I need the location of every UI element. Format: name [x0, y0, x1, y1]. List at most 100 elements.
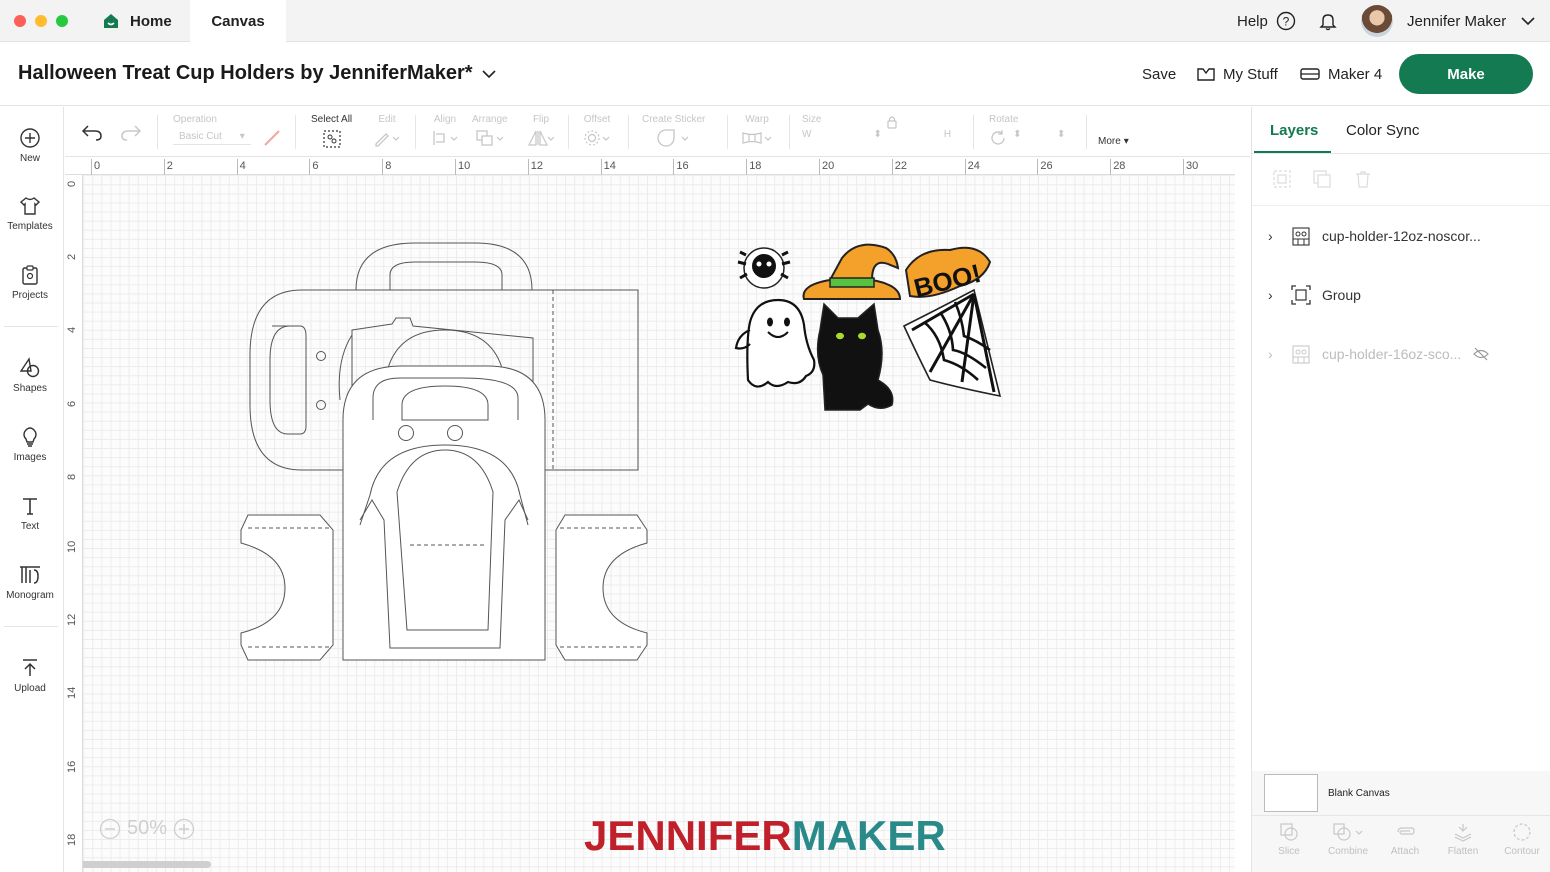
tab-color-sync[interactable]: Color Sync [1346, 107, 1419, 153]
undo-icon[interactable] [81, 123, 103, 141]
eye-hidden-icon[interactable] [1473, 347, 1490, 361]
paperclip-icon [1397, 827, 1415, 835]
rotate-stepper[interactable]: ⬍ [1057, 129, 1065, 147]
redo-icon[interactable] [120, 123, 142, 141]
sidebar-item-label: Upload [14, 683, 46, 694]
my-stuff-button[interactable]: My Stuff [1197, 42, 1278, 106]
warp-label: Warp [745, 114, 769, 125]
maximize-window-button[interactable] [56, 15, 68, 27]
contour-button[interactable]: Contour [1497, 822, 1547, 857]
save-button[interactable]: Save [1142, 42, 1176, 106]
blank-canvas-row[interactable]: Blank Canvas [1252, 771, 1550, 815]
caret-down-icon: ▾ [1123, 135, 1129, 147]
zoom-out-icon[interactable] [99, 818, 121, 840]
cup-holder-16oz-shape[interactable] [240, 365, 648, 661]
slice-button[interactable]: Slice [1264, 822, 1314, 857]
zoom-control[interactable]: 50% [99, 817, 195, 840]
height-input[interactable]: H [944, 129, 951, 140]
bell-icon [1319, 14, 1337, 31]
left-sidebar: New Templates Projects Shapes Images Tex… [0, 107, 64, 872]
ruler-tick-label: 2 [163, 159, 173, 175]
sidebar-item-projects[interactable]: Projects [0, 264, 60, 301]
sidebar-item-images[interactable]: Images [0, 426, 60, 463]
select-all-icon [322, 130, 341, 148]
layers-panel: Layers Color Sync › cup-holder-12oz-nosc… [1251, 107, 1550, 872]
chevron-right-icon[interactable]: › [1268, 228, 1290, 244]
layer-name: cup-holder-12oz-noscor... [1322, 228, 1481, 244]
duplicate-icon[interactable] [1312, 169, 1332, 189]
select-all-button[interactable]: Select All [311, 107, 352, 157]
make-button[interactable]: Make [1399, 54, 1533, 94]
sidebar-item-text[interactable]: Text [0, 495, 60, 532]
trash-icon[interactable] [1353, 169, 1373, 189]
attach-button[interactable]: Attach [1380, 822, 1430, 857]
group-layer-icon [1291, 285, 1311, 305]
more-label: More [1098, 135, 1121, 147]
canvas-artwork: BOO! [240, 242, 1002, 661]
flip-button[interactable]: Flip [527, 107, 555, 157]
project-title-dropdown[interactable]: Halloween Treat Cup Holders by JenniferM… [18, 62, 497, 85]
ruler-tick-label: 10 [455, 159, 470, 175]
top-ruler: 0 2 4 6 8 10 12 14 16 18 20 22 24 26 28 30 [65, 157, 1235, 175]
ruler-tick-label: 0 [91, 159, 100, 175]
horizontal-scrollbar[interactable] [69, 861, 211, 868]
width-stepper[interactable]: ⬍ [873, 129, 881, 140]
sidebar-item-label: Templates [7, 221, 53, 232]
operation-selector[interactable]: Operation Basic Cut ▾ [173, 107, 251, 157]
warp-button[interactable]: Warp [741, 107, 773, 157]
ruler-tick-label: 8 [66, 473, 78, 480]
edit-button[interactable]: Edit [373, 107, 401, 157]
sidebar-item-templates[interactable]: Templates [0, 195, 60, 232]
offset-button[interactable]: Offset [583, 107, 611, 157]
chevron-right-icon[interactable]: › [1268, 287, 1290, 303]
layer-name: cup-holder-16oz-sco... [1322, 346, 1462, 362]
user-menu[interactable]: Jennifer Maker [1361, 0, 1536, 42]
tab-home[interactable]: Home [90, 0, 190, 42]
create-sticker-button[interactable]: Create Sticker [642, 107, 705, 157]
black-cat-sticker [816, 302, 894, 411]
rotate-control[interactable]: Rotate ⬍ [989, 107, 1065, 157]
arrange-label: Arrange [472, 114, 508, 125]
group-icon[interactable] [1272, 169, 1292, 189]
combine-button[interactable]: Combine [1323, 822, 1373, 857]
flatten-button[interactable]: Flatten [1438, 822, 1488, 857]
sidebar-item-upload[interactable]: Upload [0, 657, 60, 694]
edit-toolbar: Operation Basic Cut ▾ Select All Edit Al… [65, 107, 1250, 157]
layer-row-hidden[interactable]: › cup-holder-16oz-sco... [1252, 334, 1550, 374]
sidebar-item-label: Projects [11, 290, 49, 301]
contour-icon [1513, 823, 1531, 841]
lock-icon[interactable] [886, 115, 898, 129]
operation-dropdown[interactable]: Basic Cut ▾ [173, 129, 251, 145]
width-input[interactable]: W [802, 129, 811, 140]
pen-color-icon[interactable] [263, 129, 281, 147]
layer-row[interactable]: › cup-holder-12oz-noscor... [1252, 216, 1550, 256]
offset-icon [584, 130, 610, 146]
boo-sticker: BOO! [904, 246, 992, 303]
align-button[interactable]: Align [431, 107, 459, 157]
my-stuff-label: My Stuff [1223, 65, 1278, 83]
sidebar-item-shapes[interactable]: Shapes [0, 357, 60, 394]
lightbulb-icon [23, 427, 37, 447]
chevron-right-icon[interactable]: › [1268, 346, 1290, 362]
close-window-button[interactable] [14, 15, 26, 27]
zoom-in-icon[interactable] [173, 818, 195, 840]
halloween-stickers-group[interactable]: BOO! [734, 243, 1002, 411]
sidebar-item-monogram[interactable]: Monogram [0, 564, 60, 601]
tab-layers[interactable]: Layers [1270, 107, 1318, 153]
text-icon [23, 498, 37, 515]
minimize-window-button[interactable] [35, 15, 47, 27]
sidebar-item-new[interactable]: New [0, 127, 60, 164]
combine-label: Combine [1327, 846, 1369, 857]
title-bar: Home Canvas Help ? Jennifer Maker [0, 0, 1550, 42]
question-icon: ? [1276, 11, 1296, 31]
help-button[interactable]: Help ? [1237, 0, 1296, 42]
design-canvas[interactable]: BOO! 50% [65, 157, 1235, 872]
arrange-button[interactable]: Arrange [472, 107, 508, 157]
layer-row[interactable]: › Group [1252, 275, 1550, 315]
tab-canvas[interactable]: Canvas [190, 0, 286, 42]
machine-button[interactable]: Maker 4 [1300, 42, 1382, 106]
notifications-button[interactable] [1318, 0, 1338, 42]
panel-divider [1252, 153, 1550, 154]
more-button[interactable]: More ▾ [1098, 107, 1129, 157]
ruler-tick-label: 28 [1110, 159, 1125, 175]
